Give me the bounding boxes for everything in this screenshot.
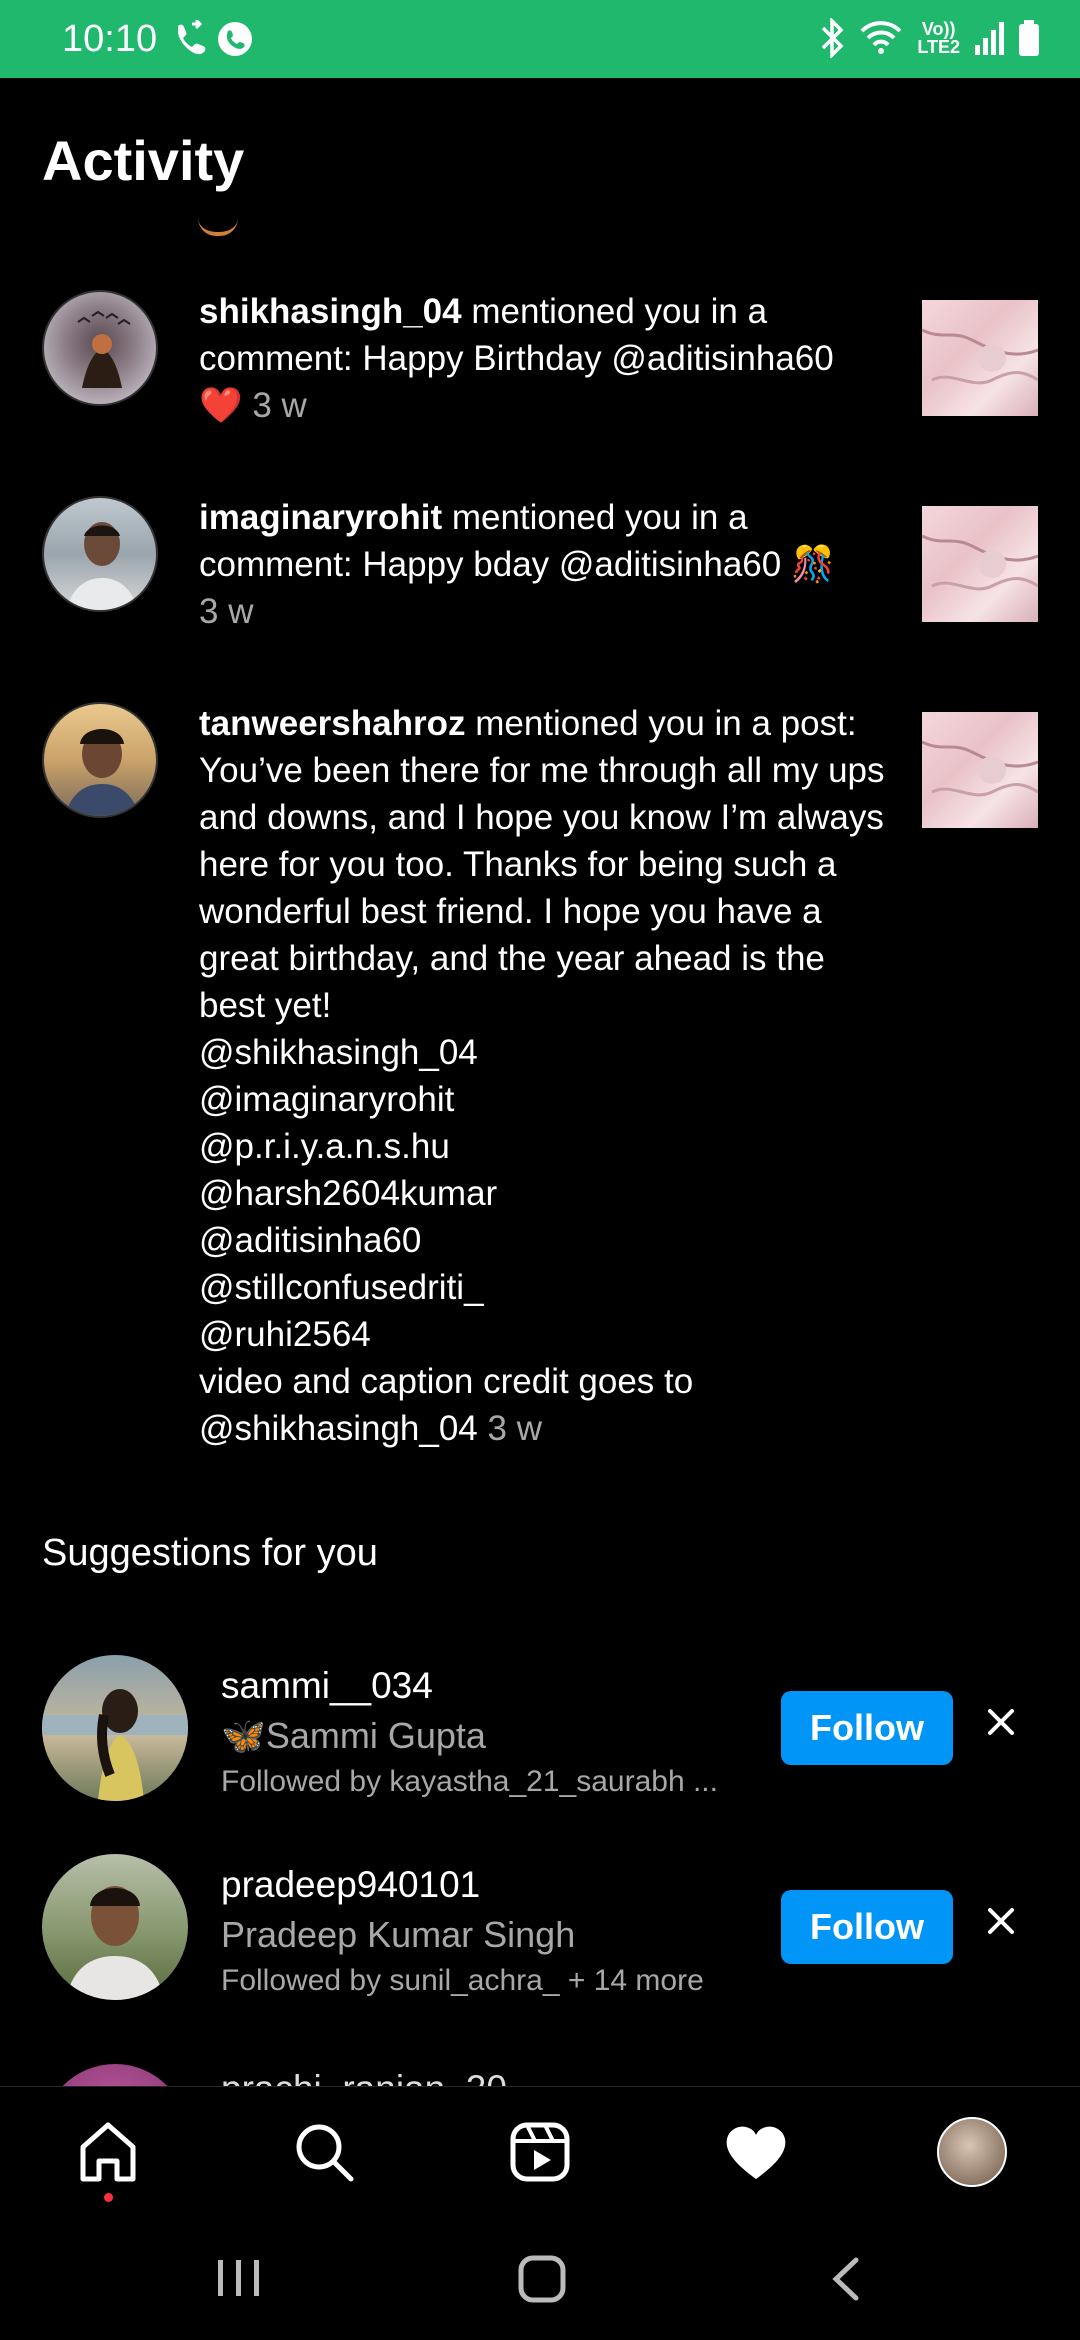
- call-forward-icon: [177, 20, 206, 55]
- bottom-navigation: [0, 2086, 1080, 2215]
- reels-icon[interactable]: [505, 2117, 575, 2187]
- activity-feed[interactable]: shikhasingh_04 mentioned you in a commen…: [0, 218, 1080, 2086]
- suggestion-username[interactable]: pradeep940101: [221, 1864, 480, 1906]
- mention: @ruhi2564: [199, 1315, 371, 1354]
- mention: @p.r.i.y.a.n.s.hu: [199, 1127, 450, 1166]
- avatar[interactable]: [42, 2064, 188, 2086]
- profile-avatar[interactable]: [937, 2117, 1007, 2187]
- system-navigation-bar: [0, 2214, 1080, 2340]
- suggestion-item[interactable]: sammi__034 🦋Sammi Gupta Followed by kaya…: [0, 1655, 1080, 1805]
- suggestion-fullname: Pradeep Kumar Singh: [221, 1914, 576, 1955]
- post-thumbnail[interactable]: [922, 300, 1038, 416]
- notification-time: 3 w: [487, 1409, 542, 1448]
- heart-icon[interactable]: [721, 2117, 791, 2187]
- previous-item-fragment: [198, 218, 238, 236]
- bluetooth-icon: [822, 18, 844, 58]
- home-icon[interactable]: [73, 2117, 143, 2187]
- mention: @shikhasingh_04: [199, 1033, 478, 1072]
- suggestion-item[interactable]: pradeep940101 Pradeep Kumar Singh Follow…: [0, 1854, 1080, 2004]
- party-emoji: 🎊: [790, 545, 835, 584]
- post-thumbnail[interactable]: [922, 712, 1038, 828]
- volte-indicator: Vo)) LTE2: [917, 19, 960, 57]
- avatar[interactable]: [42, 702, 158, 818]
- home-system-icon[interactable]: [517, 2254, 567, 2304]
- mention: @stillconfusedriti_: [199, 1268, 484, 1307]
- notification-text: shikhasingh_04 mentioned you in a commen…: [199, 292, 834, 425]
- notification-username: shikhasingh_04: [199, 292, 462, 331]
- search-icon[interactable]: [289, 2117, 359, 2187]
- avatar[interactable]: [42, 496, 158, 612]
- follow-button[interactable]: Follow: [781, 1890, 953, 1964]
- follow-button[interactable]: Follow: [781, 1691, 953, 1765]
- back-icon[interactable]: [826, 2254, 866, 2304]
- notification-time: 3 w: [199, 592, 254, 631]
- mention: @harsh2604kumar: [199, 1174, 498, 1213]
- suggestion-followed-by: Followed by sunil_achra_ + 14 more: [221, 1964, 704, 1997]
- page-title: Activity: [42, 129, 245, 192]
- credit-user: @shikhasingh_04: [199, 1409, 478, 1448]
- credit-line: video and caption credit goes to: [199, 1362, 694, 1401]
- notification-dot: [104, 2193, 113, 2202]
- suggestion-followed-by: Followed by kayastha_21_saurabh ...: [221, 1765, 718, 1798]
- wifi-icon: [860, 21, 902, 54]
- notification-username: tanweershahroz: [199, 704, 466, 743]
- status-time: 10:10: [62, 18, 158, 60]
- whatsapp-icon: [218, 22, 252, 56]
- avatar[interactable]: [42, 290, 158, 406]
- suggestions-title: Suggestions for you: [42, 1532, 378, 1574]
- recent-apps-icon[interactable]: [216, 2256, 262, 2300]
- mention: @aditisinha60: [199, 1221, 422, 1260]
- notification-text: imaginaryrohit mentioned you in a commen…: [199, 498, 835, 631]
- butterfly-emoji: 🦋: [221, 1715, 266, 1756]
- suggestion-username[interactable]: prachi_ranjan_20: [221, 2068, 507, 2086]
- avatar[interactable]: [42, 1854, 188, 2000]
- dismiss-icon[interactable]: [984, 1705, 1018, 1739]
- notification-username: imaginaryrohit: [199, 498, 443, 537]
- dismiss-icon[interactable]: [984, 1904, 1018, 1938]
- avatar[interactable]: [42, 1655, 188, 1801]
- heart-emoji: ❤️: [199, 386, 243, 425]
- suggestion-username[interactable]: sammi__034: [221, 1665, 433, 1707]
- mention: @imaginaryrohit: [199, 1080, 455, 1119]
- battery-icon: [1019, 20, 1039, 56]
- suggestion-fullname: 🦋Sammi Gupta: [221, 1715, 486, 1756]
- status-bar: 10:10 Vo)) LTE2: [0, 0, 1080, 78]
- notification-text: tanweershahroz mentioned you in a post: …: [199, 704, 885, 1448]
- signal-icon: [975, 22, 1004, 55]
- post-thumbnail[interactable]: [922, 506, 1038, 622]
- notification-time: 3 w: [252, 386, 307, 425]
- header: Activity: [0, 78, 1080, 218]
